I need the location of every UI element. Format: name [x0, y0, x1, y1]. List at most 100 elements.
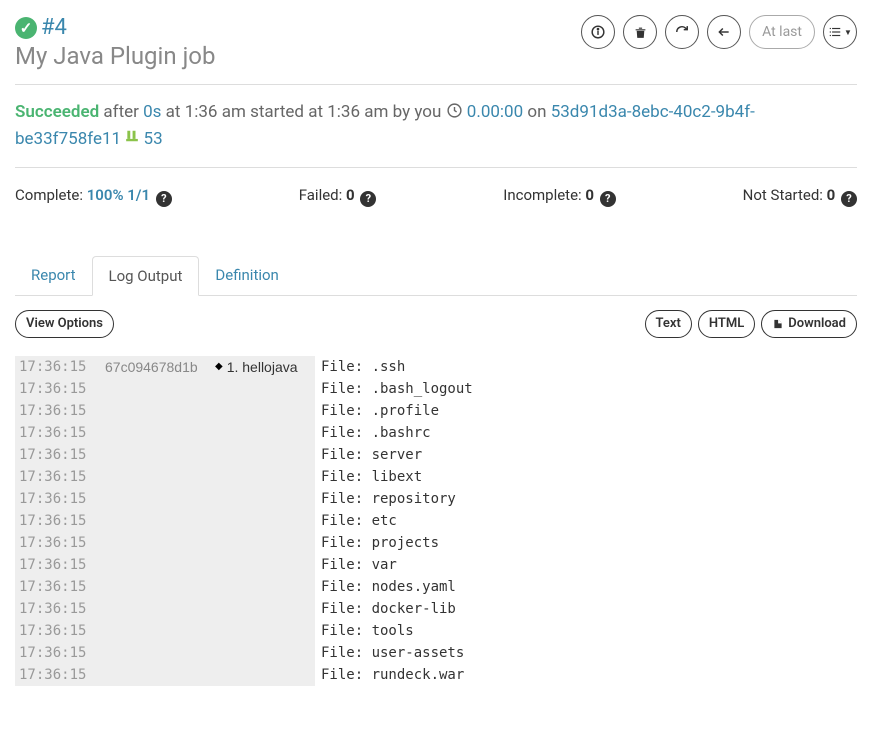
at-prefix: at — [166, 102, 181, 122]
log-timestamp: 17:36:15 — [15, 576, 97, 598]
log-row: 17:36:15File: etc — [15, 510, 857, 532]
log-node: 67c094678d1b — [97, 356, 215, 378]
incomplete-label: Incomplete: — [503, 186, 581, 204]
help-icon[interactable]: ? — [600, 191, 616, 207]
duration[interactable]: 0s — [143, 102, 161, 122]
log-node — [97, 576, 215, 598]
tab-definition[interactable]: Definition — [199, 256, 294, 295]
at-last-label: At last — [762, 24, 802, 40]
log-message: File: docker-lib — [315, 598, 456, 620]
log-step — [215, 378, 315, 400]
log-node — [97, 554, 215, 576]
log-message: File: .bash_logout — [315, 378, 473, 400]
log-timestamp: 17:36:15 — [15, 466, 97, 488]
list-menu-button[interactable]: ▼ — [823, 15, 857, 49]
log-step — [215, 642, 315, 664]
notstarted-value: 0 — [827, 186, 836, 204]
stat-complete: Complete: 100% 1/1 ? — [15, 186, 172, 207]
log-timestamp: 17:36:15 — [15, 422, 97, 444]
download-button[interactable]: Download — [761, 310, 857, 338]
log-message: File: .bashrc — [315, 422, 431, 444]
log-row: 17:36:15 File: projects — [15, 532, 857, 554]
list-icon — [828, 25, 842, 39]
log-step — [215, 598, 315, 620]
output-card: Report Log Output Definition View Option… — [0, 241, 872, 701]
status-success-icon: ✓ — [15, 17, 37, 39]
log-message: File: user-assets — [315, 642, 464, 664]
run-id-line: ✓ #4 — [15, 15, 215, 40]
title-block: ✓ #4 My Java Plugin job — [15, 15, 215, 70]
log-row: 17:36:15File: libext — [15, 466, 857, 488]
execution-header-card: ✓ #4 My Java Plugin job At last — [0, 0, 872, 226]
html-button[interactable]: HTML — [698, 310, 755, 338]
log-timestamp: 17:36:15 — [15, 532, 97, 554]
log-step — [215, 620, 315, 642]
diamond-icon: ◆ — [215, 356, 223, 378]
log-node — [97, 510, 215, 532]
tab-report[interactable]: Report — [15, 256, 92, 295]
log-timestamp: 17:36:15 — [15, 510, 97, 532]
download-label: Download — [788, 316, 846, 331]
arrow-left-icon — [717, 25, 731, 39]
log-row: 17:36:1567c094678d1b◆1. hellojavaFile: .… — [15, 356, 857, 378]
log-step — [215, 444, 315, 466]
log-message: File: .profile — [315, 400, 439, 422]
stat-notstarted: Not Started: 0 ? — [743, 186, 857, 207]
status-line: Succeeded after 0s at 1:36 am started at… — [15, 99, 857, 153]
info-button[interactable] — [581, 15, 615, 49]
run-id[interactable]: #4 — [41, 15, 67, 40]
help-icon[interactable]: ? — [360, 191, 376, 207]
text-button[interactable]: Text — [645, 310, 692, 338]
log-row: 17:36:15File: var — [15, 554, 857, 576]
action-buttons: At last ▼ — [581, 15, 857, 49]
log-node — [97, 642, 215, 664]
view-options-button[interactable]: View Options — [15, 310, 114, 338]
log-message: File: .ssh — [315, 356, 405, 378]
format-buttons: Text HTML Download — [645, 310, 858, 338]
help-icon[interactable]: ? — [841, 191, 857, 207]
help-icon[interactable]: ? — [156, 191, 172, 207]
log-row: 17:36:15File: server — [15, 444, 857, 466]
log-message: File: projects — [315, 532, 439, 554]
log-timestamp: 17:36:15 — [15, 488, 97, 510]
trash-icon — [634, 26, 647, 39]
log-row: 17:36:15File: repository — [15, 488, 857, 510]
log-node — [97, 466, 215, 488]
complete-value: 100% 1/1 — [87, 186, 150, 204]
log-node — [97, 598, 215, 620]
delete-button[interactable] — [623, 15, 657, 49]
log-step — [215, 488, 315, 510]
by-user: you — [414, 102, 441, 122]
log-message: File: nodes.yaml — [315, 576, 456, 598]
log-timestamp: 17:36:15 — [15, 378, 97, 400]
notstarted-label: Not Started: — [743, 186, 823, 204]
log-row: 17:36:15File: rundeck.war — [15, 664, 857, 686]
log-node — [97, 422, 215, 444]
after-label: after — [103, 102, 139, 122]
log-node — [97, 664, 215, 686]
rerun-button[interactable] — [665, 15, 699, 49]
log-step — [215, 510, 315, 532]
log-output: 17:36:1567c094678d1b◆1. hellojavaFile: .… — [15, 356, 857, 686]
output-toolbar: View Options Text HTML Download — [15, 310, 857, 338]
log-row: 17:36:15 File: nodes.yaml — [15, 576, 857, 598]
log-node — [97, 444, 215, 466]
log-step — [215, 664, 315, 686]
back-button[interactable] — [707, 15, 741, 49]
started-prefix: started at — [250, 102, 323, 122]
caret-down-icon: ▼ — [844, 28, 852, 37]
log-step-label: 1. hellojava — [227, 356, 298, 378]
fork-count[interactable]: 53 — [144, 129, 163, 149]
log-row: 17:36:15 File: .bashrc — [15, 422, 857, 444]
log-timestamp: 17:36:15 — [15, 400, 97, 422]
elapsed[interactable]: 0.00:00 — [467, 102, 523, 122]
log-row: 17:36:15 File: .profile — [15, 400, 857, 422]
tab-log-output[interactable]: Log Output — [92, 256, 200, 296]
log-step — [215, 576, 315, 598]
log-row: 17:36:15File: user-assets — [15, 642, 857, 664]
job-title: My Java Plugin job — [15, 42, 215, 70]
log-timestamp: 17:36:15 — [15, 620, 97, 642]
at-last-button[interactable]: At last — [749, 15, 815, 49]
failed-value: 0 — [346, 186, 355, 204]
log-timestamp: 17:36:15 — [15, 554, 97, 576]
